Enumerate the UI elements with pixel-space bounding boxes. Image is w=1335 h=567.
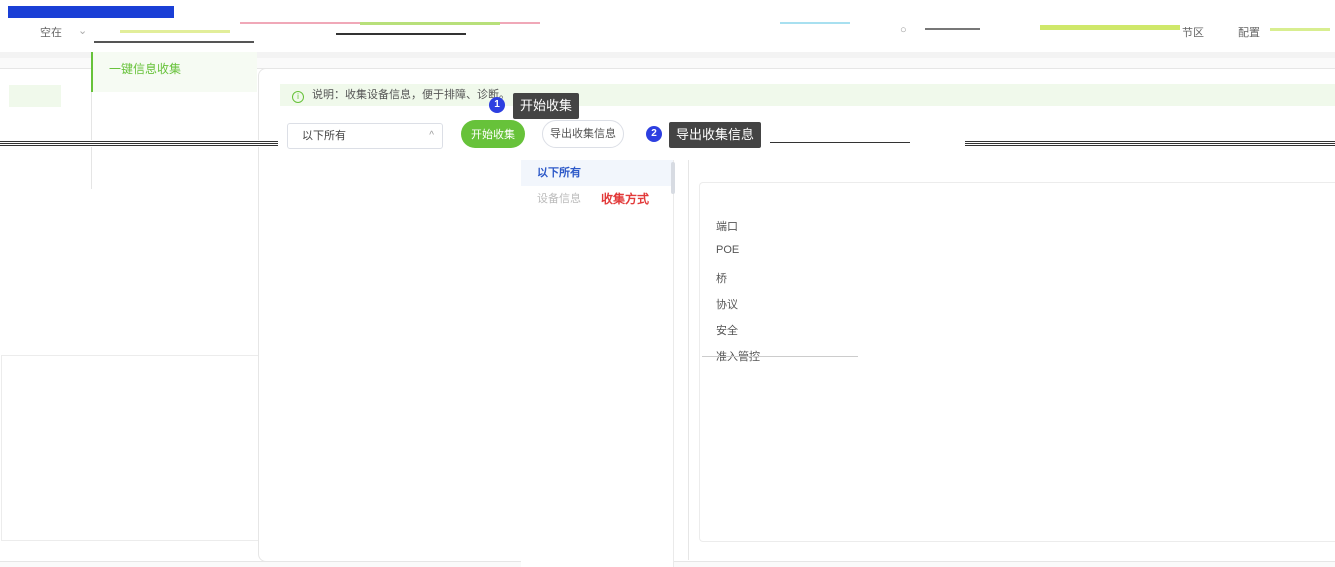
notice-text: 说明：收集设备信息，便于排障、诊断。 bbox=[312, 89, 510, 101]
dropdown-item-method[interactable]: 收集方式 bbox=[591, 186, 673, 212]
nav-decor-line-6 bbox=[1270, 28, 1330, 31]
nav-decor-line-5 bbox=[1040, 25, 1180, 30]
left-panel-highlight bbox=[9, 85, 61, 107]
top-navigation-bar: 空在 ⌄ ○ 节区 配置 bbox=[0, 0, 1335, 52]
nav-item-right-1[interactable]: 节区 bbox=[1182, 24, 1204, 40]
category-bridge[interactable]: 桥 bbox=[716, 270, 727, 286]
notice-bar: i 说明：收集设备信息，便于排障、诊断。 bbox=[280, 84, 1335, 106]
chevron-up-icon: ^ bbox=[429, 130, 434, 141]
category-security[interactable]: 安全 bbox=[716, 322, 738, 338]
nav-decor-line-3 bbox=[336, 33, 466, 35]
render-line-mid bbox=[770, 141, 910, 144]
category-protocol[interactable]: 协议 bbox=[716, 296, 738, 312]
nav-item-right-2[interactable]: 配置 bbox=[1238, 24, 1260, 40]
dropdown-scrollbar[interactable] bbox=[671, 162, 675, 194]
tooltip-start-collect: 开始收集 bbox=[513, 93, 580, 119]
step-badge-1: 1 bbox=[489, 97, 505, 113]
export-collect-button[interactable]: 导出收集信息 bbox=[542, 120, 624, 148]
logo-strip bbox=[8, 6, 174, 18]
scope-dropdown: 以下所有 设备信息 收集方式 bbox=[521, 160, 674, 567]
search-icon[interactable]: ○ bbox=[900, 24, 907, 36]
step-badge-2: 2 bbox=[646, 126, 662, 142]
search-field-garbled[interactable] bbox=[925, 28, 980, 30]
render-line-left bbox=[0, 140, 278, 147]
category-panel-inner bbox=[699, 182, 1335, 542]
nav-decor-line-4 bbox=[780, 22, 850, 24]
nav-active-underline bbox=[94, 41, 254, 43]
category-panel bbox=[688, 160, 1335, 560]
info-icon: i bbox=[292, 91, 304, 103]
chevron-down-icon[interactable]: ⌄ bbox=[78, 24, 87, 37]
menu-item-info-collect[interactable]: 一键信息收集 bbox=[91, 52, 257, 92]
dropdown-item-all[interactable]: 以下所有 bbox=[521, 160, 673, 186]
category-port[interactable]: 端口 bbox=[716, 218, 738, 234]
start-collect-button[interactable]: 开始收集 bbox=[461, 120, 525, 148]
render-line-right bbox=[965, 140, 1335, 147]
nav-item-left[interactable]: 空在 bbox=[40, 24, 62, 40]
nav-decor-line-2 bbox=[360, 22, 500, 25]
category-list-bottom-line bbox=[702, 356, 858, 357]
nav-item-garbled[interactable] bbox=[120, 30, 230, 33]
category-poe[interactable]: POE bbox=[716, 244, 739, 256]
tooltip-export-collect: 导出收集信息 bbox=[669, 122, 762, 148]
select-value: 以下所有 bbox=[302, 130, 346, 142]
collect-scope-select[interactable]: 以下所有 ^ bbox=[287, 123, 443, 149]
